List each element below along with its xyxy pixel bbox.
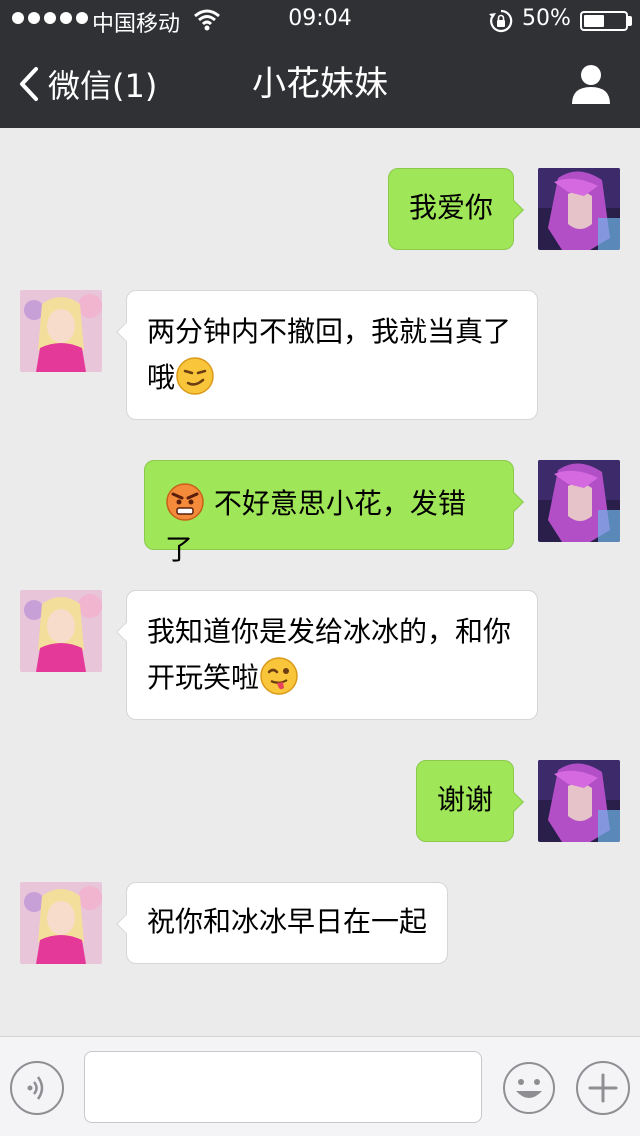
status-bar: 中国移动 09:04 50% — [0, 0, 640, 40]
top-bar: 中国移动 09:04 50% 微信(1) 小花妹妹 — [0, 0, 640, 128]
emoji-icon[interactable] — [502, 1061, 556, 1115]
person-icon[interactable] — [570, 62, 612, 104]
plus-icon — [588, 1073, 618, 1103]
message-text: 不好意思小花，发错了 — [165, 487, 466, 566]
message-bubble-sent[interactable]: 不好意思小花，发错了 — [144, 460, 524, 566]
my-avatar[interactable] — [538, 760, 620, 842]
voice-button[interactable] — [10, 1061, 64, 1115]
message-text-line: 两分钟内不撤回，我就当真了 — [147, 315, 512, 348]
message-text: 祝你和冰冰早日在一起 — [147, 905, 428, 938]
message-input[interactable] — [84, 1051, 482, 1123]
angry-emoji-icon — [166, 483, 204, 521]
contact-avatar[interactable] — [20, 590, 102, 672]
message-bubble-received[interactable]: 祝你和冰冰早日在一起 — [116, 882, 448, 964]
message-text-line: 哦 — [147, 361, 176, 394]
contact-avatar[interactable] — [20, 882, 102, 964]
my-avatar[interactable] — [538, 168, 620, 250]
message-text: 我爱你 — [409, 191, 494, 224]
battery-percent: 50% — [522, 6, 571, 31]
contact-avatar[interactable] — [20, 290, 102, 372]
input-bar — [0, 1036, 640, 1136]
add-button[interactable] — [576, 1061, 630, 1115]
message-text: 谢谢 — [437, 783, 494, 816]
rotation-lock-icon — [489, 9, 513, 33]
wink-tongue-emoji-icon — [260, 657, 298, 695]
message-bubble-received[interactable]: 两分钟内不撤回，我就当真了 哦 — [116, 290, 538, 420]
message-bubble-sent[interactable]: 谢谢 — [416, 760, 524, 842]
message-bubble-sent[interactable]: 我爱你 — [388, 168, 524, 250]
smirk-emoji-icon — [176, 357, 214, 395]
message-bubble-received[interactable]: 我知道你是发给冰冰的，和你 开玩笑啦 — [116, 590, 538, 720]
my-avatar[interactable] — [538, 460, 620, 542]
voice-icon — [27, 1076, 44, 1100]
chat-title: 小花妹妹 — [252, 64, 388, 104]
battery-icon — [580, 11, 628, 31]
message-text-line: 开玩笑啦 — [147, 661, 260, 694]
message-text-line: 我知道你是发给冰冰的，和你 — [147, 615, 512, 648]
